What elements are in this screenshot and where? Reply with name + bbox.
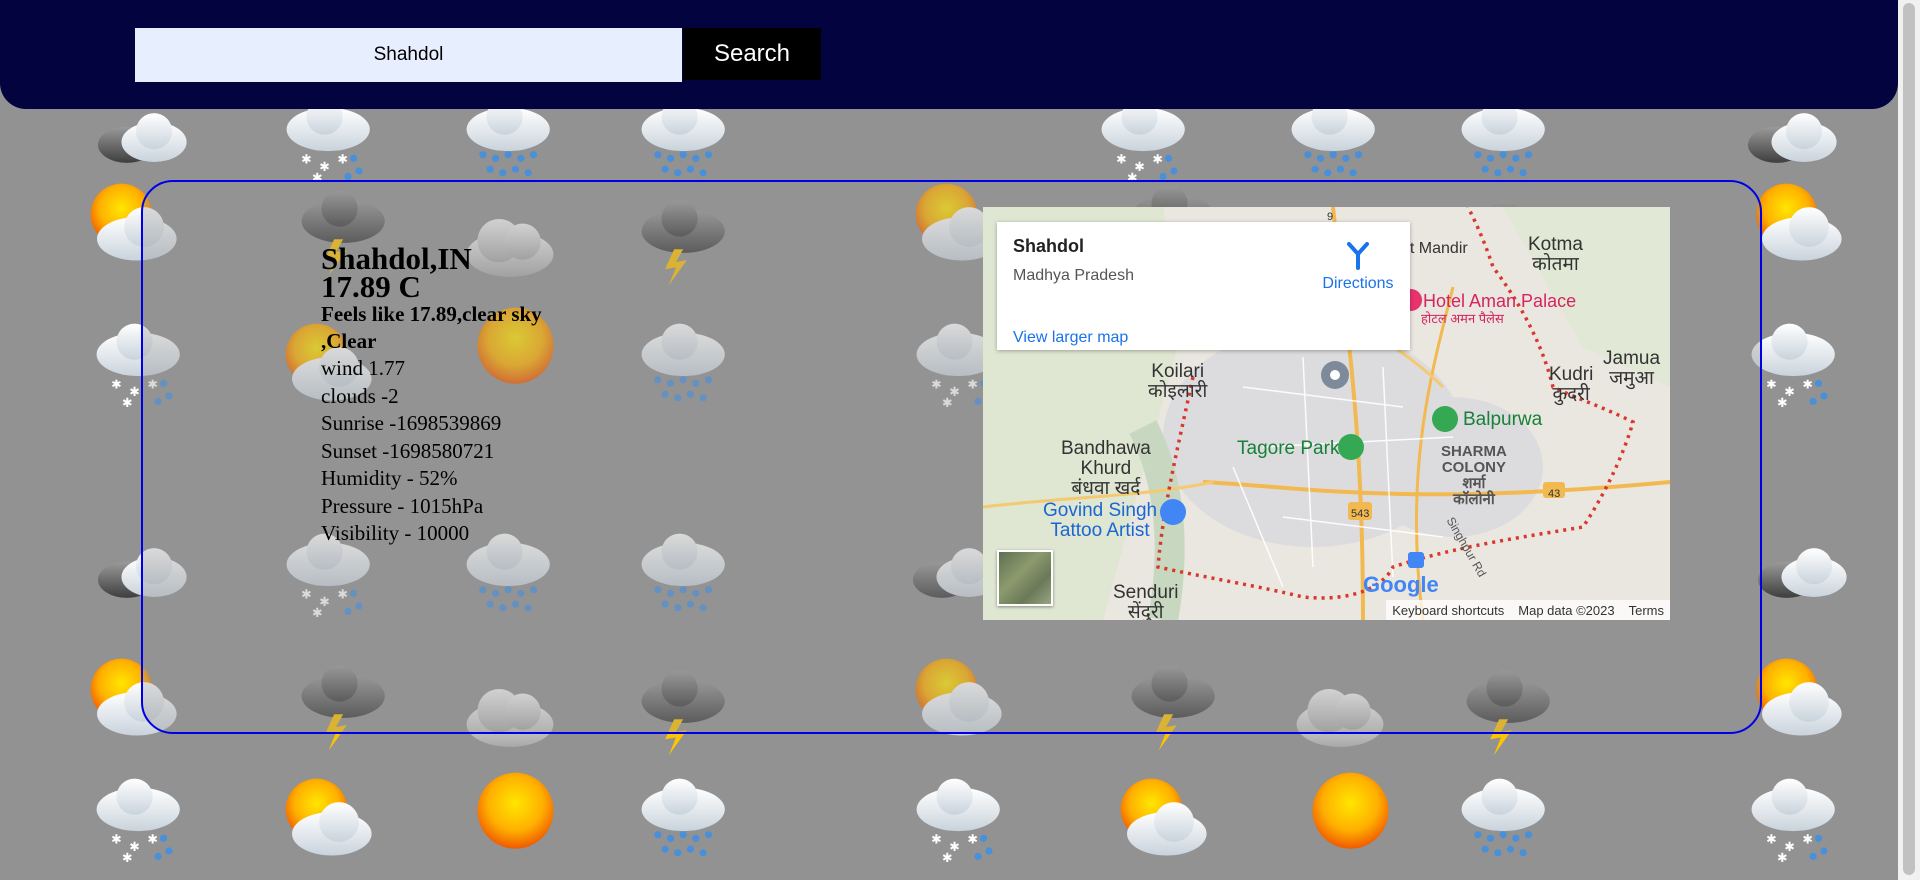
- partly-cloudy-icon: [1120, 778, 1207, 856]
- terms-link[interactable]: Terms: [1629, 603, 1664, 618]
- feels-like: Feels like 17.89,clear sky ,Clear: [321, 302, 542, 353]
- map-label-mandir: at Mandir: [1401, 240, 1468, 257]
- city-search-input[interactable]: [135, 28, 682, 82]
- map-label-kotma: Kotma कोतमा: [1528, 234, 1583, 275]
- directions-icon: [1347, 242, 1369, 270]
- scrollbar-thumb[interactable]: [1903, 3, 1915, 875]
- map-label-hotel-hi: होटल अमन पैलेस: [1421, 311, 1504, 326]
- rain-cloud-icon: [641, 98, 725, 177]
- visibility: Visibility - 10000: [321, 521, 470, 545]
- sun-icon: [477, 772, 554, 849]
- map-label-balpurwa: Balpurwa: [1463, 409, 1543, 430]
- snow-cloud-icon: [1751, 778, 1835, 865]
- view-larger-map-link[interactable]: View larger map: [1013, 329, 1128, 347]
- humidity: Humidity - 52%: [321, 466, 458, 490]
- map-label-jamua: Jamua जमुआ: [1603, 348, 1661, 389]
- map-label-hotel: Hotel Aman Palace: [1423, 291, 1577, 311]
- map-label-tagore-park: Tagore Park: [1237, 438, 1340, 459]
- place-region: Madhya Pradesh: [1013, 267, 1134, 284]
- map-label-kudri: Kudri कुदरी: [1549, 364, 1594, 405]
- rain-cloud-icon: [641, 778, 725, 857]
- partly-cloudy-night-icon: [97, 113, 187, 163]
- page-scrollbar[interactable]: [1898, 0, 1920, 880]
- place-info-card: Shahdol Madhya Pradesh View larger map D…: [997, 222, 1410, 350]
- snow-cloud-icon: [916, 778, 1000, 865]
- partly-cloudy-night-icon: [1757, 548, 1847, 598]
- sunrise: Sunrise -1698539869: [321, 411, 502, 435]
- search-button[interactable]: Search: [683, 28, 821, 80]
- clouds: clouds -2: [321, 383, 399, 408]
- place-name: Shahdol: [1013, 236, 1084, 256]
- snow-cloud-icon: [1101, 98, 1185, 185]
- keyboard-shortcuts-link[interactable]: Keyboard shortcuts: [1392, 603, 1504, 618]
- sun-icon: [1312, 772, 1389, 849]
- rain-cloud-icon: [1461, 98, 1545, 177]
- weather-details: Shahdol,IN 17.89 C Feels like 17.89,clea…: [321, 243, 561, 548]
- satellite-toggle-button[interactable]: [997, 550, 1053, 606]
- rain-cloud-icon: [1291, 98, 1375, 177]
- sunset: Sunset -1698580721: [321, 438, 495, 463]
- google-logo: Google: [1363, 572, 1439, 597]
- map-label-bandhawa: Bandhawa Khurd बंधवा खर्द: [1061, 438, 1151, 499]
- road-43-badge: 43: [1548, 488, 1561, 500]
- map-footer: Keyboard shortcuts Map data ©2023 Terms: [1386, 600, 1670, 620]
- snow-cloud-icon: [286, 98, 370, 185]
- embedded-map[interactable]: Kotma कोतमा Hotel Aman Palace होटल अमन प…: [983, 207, 1670, 620]
- pressure: Pressure - 1015hPa: [321, 493, 484, 518]
- temperature: 17.89 C: [321, 269, 421, 304]
- directions-label: Directions: [1322, 275, 1394, 292]
- partly-cloudy-icon: [285, 778, 372, 856]
- map-attribution: Map data ©2023: [1518, 602, 1615, 618]
- map-label-senduri: Senduri सेंदुरी: [1113, 582, 1179, 621]
- partly-cloudy-night-icon: [1747, 113, 1837, 163]
- snow-cloud-icon: [96, 778, 180, 865]
- rain-cloud-icon: [466, 98, 550, 177]
- map-label-govind: Govind Singh Tattoo Artist: [1043, 500, 1158, 541]
- top-header: Search: [0, 0, 1898, 109]
- directions-button[interactable]: Directions: [1313, 242, 1403, 293]
- rain-cloud-icon: [1461, 778, 1545, 857]
- road-543-badge: 543: [1351, 508, 1370, 520]
- wind: wind 1.77: [321, 356, 405, 380]
- map-label-koilari: Koilari कोइलारी: [1148, 361, 1208, 402]
- map-label-sharma-colony: SHARMA COLONY शर्मा कॉलोनी: [1441, 443, 1507, 508]
